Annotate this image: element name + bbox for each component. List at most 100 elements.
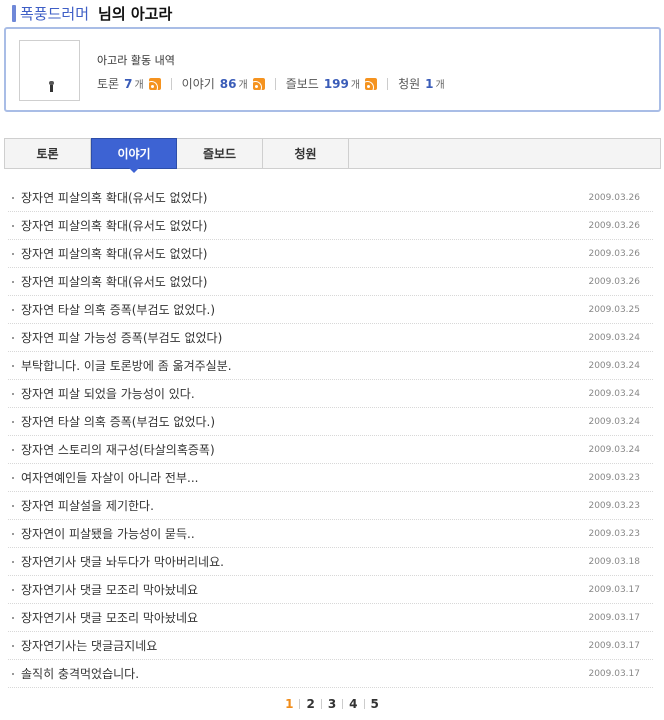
rss-icon[interactable] [148, 77, 161, 90]
page-link-current[interactable]: 1 [279, 697, 299, 711]
stat-story[interactable]: 이야기 86 개 [182, 75, 265, 92]
list-item: 솔직히 충격먹었습니다. 2009.03.17 [8, 660, 653, 688]
post-title-link[interactable]: 장자연 피살의혹 확대(유서도 없었다) [21, 189, 588, 206]
stat-label: 이야기 [181, 77, 215, 91]
bullet-icon [12, 336, 14, 339]
post-date: 2009.03.23 [588, 528, 640, 539]
list-item: 장자연기사 댓글 모조리 막아놨네요 2009.03.17 [8, 604, 653, 632]
post-date: 2009.03.25 [588, 304, 640, 315]
post-title-link[interactable]: 장자연 피살의혹 확대(유서도 없었다) [21, 217, 588, 234]
tab-board[interactable]: 즐보드 [177, 139, 263, 168]
list-item: 장자연기사 댓글 모조리 막아놨네요 2009.03.17 [8, 576, 653, 604]
bullet-icon [12, 616, 14, 619]
list-item: 장자연 피살설을 제기한다. 2009.03.23 [8, 492, 653, 520]
page-link[interactable]: 4 [343, 697, 363, 711]
bullet-icon [12, 196, 14, 199]
tab-debate[interactable]: 토론 [5, 139, 91, 168]
list-item: 장자연 스토리의 재구성(타살의혹증폭) 2009.03.24 [8, 436, 653, 464]
post-title-link[interactable]: 장자연 피살설을 제기한다. [21, 497, 588, 514]
post-date: 2009.03.17 [588, 640, 640, 651]
post-title-link[interactable]: 솔직히 충격먹었습니다. [21, 665, 588, 682]
bullet-icon [12, 420, 14, 423]
stat-divider [387, 77, 389, 90]
tab-petition[interactable]: 청원 [263, 139, 349, 168]
bullet-icon [12, 560, 14, 563]
post-title-link[interactable]: 장자연 피살 되었을 가능성이 있다. [21, 385, 588, 402]
page-link[interactable]: 3 [322, 697, 342, 711]
stat-unit: 개 [238, 80, 248, 91]
post-date: 2009.03.26 [588, 276, 640, 287]
category-tabs: 토론 이야기 즐보드 청원 [4, 138, 661, 173]
list-item: 장자연이 피살됐을 가능성이 묻득.. 2009.03.23 [8, 520, 653, 548]
tab-story[interactable]: 이야기 [91, 138, 177, 173]
post-title-link[interactable]: 장자연 피살의혹 확대(유서도 없었다) [21, 273, 588, 290]
stat-unit: 개 [350, 80, 361, 91]
bullet-icon [12, 364, 14, 367]
post-list: 장자연 피살의혹 확대(유서도 없었다) 2009.03.26 장자연 피살의혹 … [8, 184, 653, 688]
post-title-link[interactable]: 여자연예인들 자살이 아니라 전부... [21, 469, 588, 486]
pagination: 1 2 3 4 5 [0, 697, 664, 711]
user-nickname[interactable]: 폭풍드러머 [20, 3, 89, 24]
post-date: 2009.03.24 [588, 444, 640, 455]
page-title: 폭풍드러머 님의 아고라 [12, 3, 172, 23]
bullet-icon [12, 644, 14, 647]
stat-petition[interactable]: 청원 1 개 [398, 75, 445, 92]
stat-label: 토론 [97, 77, 120, 91]
post-date: 2009.03.17 [588, 612, 640, 623]
post-title-link[interactable]: 장자연기사 댓글 모조리 막아놨네요 [21, 581, 588, 598]
post-date: 2009.03.17 [588, 584, 640, 595]
list-item: 장자연 타살 의혹 증폭(부검도 없었다.) 2009.03.24 [8, 408, 653, 436]
page-link[interactable]: 2 [300, 697, 320, 711]
post-title-link[interactable]: 장자연 타살 의혹 증폭(부검도 없었다.) [21, 301, 588, 318]
post-title-link[interactable]: 부탁합니다. 이글 토론방에 좀 옮겨주실분. [21, 357, 588, 374]
bullet-icon [12, 280, 14, 283]
title-suffix: 님의 아고라 [98, 4, 173, 23]
post-date: 2009.03.24 [588, 360, 640, 371]
bullet-icon [12, 476, 14, 479]
list-item: 장자연기사 댓글 놔두다가 막아버리네요. 2009.03.18 [8, 548, 653, 576]
stat-unit: 개 [435, 80, 445, 91]
stat-label: 즐보드 [285, 77, 319, 91]
stat-debate[interactable]: 토론 7 개 [97, 75, 161, 92]
bullet-icon [12, 252, 14, 255]
activity-title: 아고라 활동 내역 [97, 54, 175, 67]
post-title-link[interactable]: 장자연 피살의혹 확대(유서도 없었다) [21, 245, 588, 262]
list-item: 장자연 피살의혹 확대(유서도 없었다) 2009.03.26 [8, 268, 653, 296]
bullet-icon [12, 224, 14, 227]
post-title-link[interactable]: 장자연 스토리의 재구성(타살의혹증폭) [21, 441, 588, 458]
post-title-link[interactable]: 장자연 피살 가능성 증폭(부검도 없었다) [21, 329, 588, 346]
bullet-icon [12, 392, 14, 395]
post-title-link[interactable]: 장자연기사 댓글 모조리 막아놨네요 [21, 609, 588, 626]
stat-divider [170, 77, 172, 90]
bullet-icon [12, 588, 14, 591]
rss-icon[interactable] [365, 77, 378, 90]
post-title-link[interactable]: 장자연기사 댓글 놔두다가 막아버리네요. [21, 553, 588, 570]
bullet-icon [12, 308, 14, 311]
post-title-link[interactable]: 장자연 타살 의혹 증폭(부검도 없었다.) [21, 413, 588, 430]
bullet-icon [12, 532, 14, 535]
profile-box: 아고라 활동 내역 토론 7 개 이야기 86 개 즐보드 199 개 청원 1… [4, 27, 661, 112]
stat-count: 86 [219, 76, 237, 91]
list-item: 장자연 타살 의혹 증폭(부검도 없었다.) 2009.03.25 [8, 296, 653, 324]
list-item: 장자연 피살 되었을 가능성이 있다. 2009.03.24 [8, 380, 653, 408]
stat-divider [274, 77, 276, 90]
activity-stats: 토론 7 개 이야기 86 개 즐보드 199 개 청원 1 개 [97, 75, 445, 92]
rss-icon[interactable] [252, 77, 265, 90]
stat-unit: 개 [134, 80, 144, 91]
stat-board[interactable]: 즐보드 199 개 [285, 75, 378, 92]
post-title-link[interactable]: 장자연기사는 댓글금지네요 [21, 637, 588, 654]
list-item: 여자연예인들 자살이 아니라 전부... 2009.03.23 [8, 464, 653, 492]
list-item: 장자연기사는 댓글금지네요 2009.03.17 [8, 632, 653, 660]
post-date: 2009.03.18 [588, 556, 640, 567]
post-date: 2009.03.17 [588, 668, 640, 679]
post-date: 2009.03.23 [588, 472, 640, 483]
post-title-link[interactable]: 장자연이 피살됐을 가능성이 묻득.. [21, 525, 588, 542]
bullet-icon [12, 672, 14, 675]
list-item: 부탁합니다. 이글 토론방에 좀 옮겨주실분. 2009.03.24 [8, 352, 653, 380]
title-accent-bar [12, 4, 16, 22]
bullet-icon [12, 504, 14, 507]
page-link[interactable]: 5 [365, 697, 385, 711]
post-date: 2009.03.26 [588, 192, 640, 203]
stat-count: 7 [124, 76, 133, 91]
list-item: 장자연 피살의혹 확대(유서도 없었다) 2009.03.26 [8, 212, 653, 240]
